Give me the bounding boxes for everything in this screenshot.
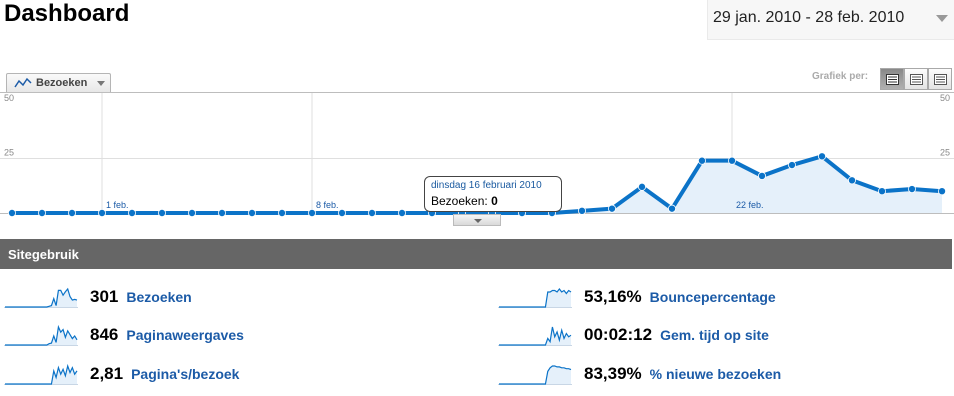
- stat-bounce-rate[interactable]: 53,16% Bouncepercentage: [498, 285, 776, 309]
- metric-selector[interactable]: Bezoeken: [6, 73, 111, 93]
- sparkline: [498, 326, 572, 346]
- stat-value: 301: [90, 287, 119, 306]
- chevron-down-icon: [474, 219, 482, 223]
- data-point[interactable]: [38, 209, 47, 218]
- data-point[interactable]: [638, 182, 647, 191]
- page-title: Dashboard: [4, 0, 130, 27]
- data-point[interactable]: [397, 209, 406, 218]
- sparkline-area: [499, 289, 571, 307]
- graph-view-switcher: [880, 68, 952, 90]
- sparkline: [498, 365, 572, 385]
- data-point[interactable]: [217, 209, 226, 218]
- data-point[interactable]: [98, 209, 107, 218]
- stat-value: 2,81: [90, 364, 124, 383]
- data-point[interactable]: [68, 209, 77, 218]
- graph-by-label: Grafiek per:: [812, 71, 869, 82]
- data-point[interactable]: [247, 209, 256, 218]
- data-point[interactable]: [127, 209, 136, 218]
- chevron-down-icon: [97, 81, 105, 86]
- site-usage-title: Sitegebruik: [8, 247, 79, 262]
- sparkline: [4, 287, 78, 308]
- date-range-picker[interactable]: 29 jan. 2010 - 28 feb. 2010: [707, 0, 954, 40]
- month-view-button[interactable]: [928, 68, 952, 90]
- stat-pageviews[interactable]: 846 Paginaweergaves: [4, 323, 244, 347]
- y-tick-label-right: 25: [940, 148, 950, 158]
- data-point[interactable]: [668, 204, 677, 213]
- stat-visits[interactable]: 301 Bezoeken: [4, 285, 192, 309]
- sparkline: [4, 363, 78, 385]
- sparkline-area: [499, 366, 571, 384]
- y-tick-label-right: 50: [940, 93, 950, 103]
- tooltip-metric-label: Bezoeken:: [431, 194, 488, 208]
- data-point[interactable]: [788, 161, 797, 170]
- x-tick-label: 8 feb.: [316, 200, 339, 210]
- data-point[interactable]: [277, 209, 286, 218]
- data-point[interactable]: [908, 185, 917, 194]
- data-point[interactable]: [307, 209, 316, 218]
- data-point[interactable]: [818, 152, 827, 161]
- data-point[interactable]: [578, 206, 587, 215]
- sparkline-area: [5, 366, 77, 384]
- week-view-icon: [910, 74, 923, 85]
- month-view-icon: [934, 74, 947, 85]
- stat-label[interactable]: Pagina's/bezoek: [131, 366, 239, 382]
- stat-value: 846: [90, 325, 119, 344]
- stat-pages-per-visit[interactable]: 2,81 Pagina's/bezoek: [4, 362, 239, 386]
- data-point[interactable]: [698, 156, 707, 165]
- stat-label[interactable]: Paginaweergaves: [126, 327, 244, 343]
- data-point[interactable]: [608, 204, 617, 213]
- sparkline: [4, 324, 78, 346]
- stat-label[interactable]: Gem. tijd op site: [660, 327, 769, 343]
- data-point[interactable]: [337, 209, 346, 218]
- tooltip-metric: Bezoeken: 0: [431, 194, 498, 208]
- data-point[interactable]: [938, 187, 947, 196]
- sparkline: [498, 288, 572, 308]
- data-point[interactable]: [157, 209, 166, 218]
- stat-label[interactable]: Bezoeken: [126, 289, 191, 305]
- chart-tooltip: dinsdag 16 februari 2010 Bezoeken: 0: [424, 176, 562, 212]
- metric-selector-label: Bezoeken: [36, 77, 88, 89]
- data-point[interactable]: [7, 209, 16, 218]
- stat-avg-time-on-site[interactable]: 00:02:12 Gem. tijd op site: [498, 323, 769, 347]
- data-point[interactable]: [848, 176, 857, 185]
- line-chart-icon: [14, 77, 32, 88]
- day-view-icon: [886, 74, 899, 85]
- tooltip-value: 0: [491, 194, 498, 208]
- data-point[interactable]: [758, 171, 767, 180]
- week-view-button[interactable]: [904, 68, 928, 90]
- chart-expand-handle[interactable]: [453, 214, 501, 226]
- site-usage-header: Sitegebruik: [0, 239, 952, 269]
- data-point[interactable]: [367, 209, 376, 218]
- date-range-label: 29 jan. 2010 - 28 feb. 2010: [713, 9, 905, 26]
- y-tick-label-left: 50: [4, 93, 14, 103]
- data-point[interactable]: [878, 187, 887, 196]
- stat-value: 53,16%: [584, 287, 642, 306]
- stat-value: 00:02:12: [584, 325, 653, 344]
- x-tick-label: 1 feb.: [106, 200, 129, 210]
- stat-label[interactable]: % nieuwe bezoeken: [650, 366, 781, 382]
- y-tick-label-left: 25: [4, 148, 14, 158]
- data-point[interactable]: [728, 156, 737, 165]
- data-point[interactable]: [187, 209, 196, 218]
- x-tick-label: 22 feb.: [736, 200, 764, 210]
- tooltip-date: dinsdag 16 februari 2010: [431, 180, 542, 191]
- chevron-down-icon[interactable]: [936, 15, 948, 22]
- stat-new-visits[interactable]: 83,39% % nieuwe bezoeken: [498, 362, 781, 386]
- day-view-button[interactable]: [880, 68, 904, 90]
- stat-label[interactable]: Bouncepercentage: [650, 289, 776, 305]
- stat-value: 83,39%: [584, 364, 642, 383]
